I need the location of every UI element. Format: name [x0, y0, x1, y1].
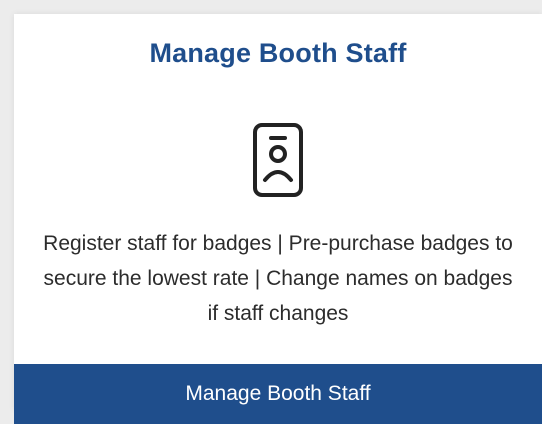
card-description: Register staff for badges | Pre-purchase…: [43, 232, 513, 325]
id-badge-icon: [253, 123, 303, 197]
card-title: Manage Booth Staff: [149, 38, 407, 68]
manage-booth-staff-button[interactable]: Manage Booth Staff: [14, 364, 542, 424]
booth-staff-card: Manage Booth Staff Register staff for ba…: [14, 14, 542, 424]
